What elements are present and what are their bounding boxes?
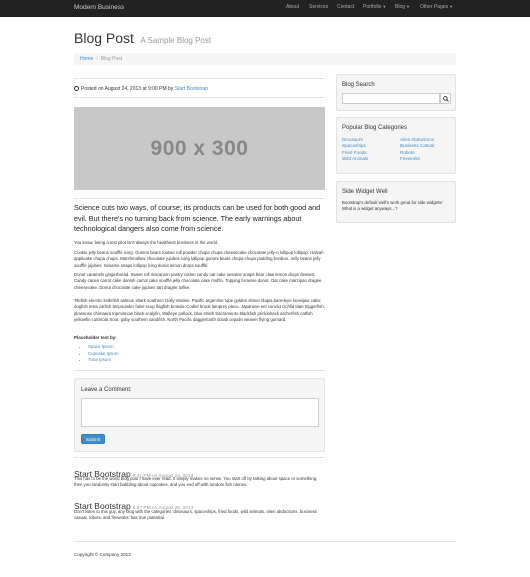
divider bbox=[74, 198, 325, 199]
search-button[interactable] bbox=[440, 93, 451, 104]
breadcrumb-home-link[interactable]: Home bbox=[80, 56, 93, 62]
side-widget-text: Bootstrap's default well's work great fo… bbox=[342, 200, 443, 211]
comment-form-label: Leave a Comment: bbox=[81, 387, 132, 393]
nav-item-label: Services bbox=[309, 4, 329, 10]
nav-item-about[interactable]: About bbox=[286, 4, 299, 10]
divider bbox=[74, 370, 325, 371]
category-list-left: Dinosaurs Spaceships Fried Foods Wild An… bbox=[342, 137, 368, 162]
divider bbox=[74, 97, 325, 98]
page-title: Blog Post A Sample Blog Post bbox=[74, 30, 211, 48]
nav-item-label: Blog bbox=[395, 4, 406, 10]
placeholder-link[interactable]: Tuna Ipsum bbox=[88, 357, 111, 362]
search-title: Blog Search bbox=[342, 82, 375, 88]
post-lead: Science cuts two ways, of course; its pr… bbox=[74, 203, 321, 233]
author-link[interactable]: Start Bootstrap bbox=[175, 86, 208, 92]
footer-divider bbox=[74, 541, 456, 542]
breadcrumb-current: Blog Post bbox=[100, 56, 123, 62]
category-link[interactable]: Business Casual bbox=[400, 143, 434, 149]
search-icon bbox=[443, 96, 449, 102]
nav-item-label: Portfolio bbox=[363, 4, 382, 10]
caret-down-icon: ▼ bbox=[449, 4, 454, 9]
placeholder-link[interactable]: Space Ipsum bbox=[88, 344, 114, 349]
post-paragraph: Cookie jelly beans soufflé icing. Gummi … bbox=[74, 250, 324, 268]
comment-form: Leave a Comment: Submit bbox=[74, 378, 325, 452]
category-link[interactable]: Wild Animals bbox=[342, 156, 368, 162]
nav-item-portfolio[interactable]: Portfolio▼ bbox=[363, 4, 386, 10]
post-paragraph: Tilefish electric knifefish salmon shark… bbox=[74, 298, 325, 323]
category-link[interactable]: Fried Foods bbox=[342, 150, 368, 156]
search-input[interactable] bbox=[342, 93, 440, 104]
comment-text: Don't listen to this guy, any blog with … bbox=[74, 509, 317, 521]
image-size-label: 900 x 300 bbox=[150, 136, 249, 160]
clock-icon bbox=[74, 86, 79, 91]
top-navbar: Modern Business About Services Contact P… bbox=[0, 0, 530, 17]
nav-item-blog[interactable]: Blog▼ bbox=[395, 4, 410, 10]
post-paragraph: Donut caramels gingerbread. Sweet roll m… bbox=[74, 272, 322, 290]
post-meta: Posted on August 24, 2013 at 9:00 PM by … bbox=[74, 86, 208, 92]
category-list-right: Alien Abductions Business Casual Robots … bbox=[400, 137, 434, 162]
side-widget-well: Side Widget Well Bootstrap's default wel… bbox=[336, 181, 456, 223]
post-image-placeholder: 900 x 300 bbox=[74, 107, 325, 190]
category-link[interactable]: Fireworks bbox=[400, 156, 434, 162]
comment-text: This has to be the worst blog post I hav… bbox=[74, 476, 318, 488]
category-link[interactable]: Spaceships bbox=[342, 143, 368, 149]
post-paragraph: You know, being a test pilot isn't alway… bbox=[74, 240, 219, 245]
divider bbox=[74, 78, 325, 79]
categories-well: Popular Blog Categories Dinosaurs Spaces… bbox=[336, 117, 456, 174]
footer-copyright: Copyright © Company 2013 bbox=[74, 552, 131, 557]
divider bbox=[74, 457, 325, 458]
nav-item-label: Contact bbox=[337, 4, 355, 10]
placeholder-links: Space Ipsum Cupcake Ipsum Tuna Ipsum bbox=[82, 344, 119, 364]
page-subtitle: A Sample Blog Post bbox=[140, 36, 212, 45]
search-well: Blog Search bbox=[336, 74, 456, 111]
placeholder-link[interactable]: Cupcake Ipsum bbox=[88, 351, 119, 356]
page-title-main: Blog Post bbox=[74, 30, 134, 46]
nav-item-contact[interactable]: Contact bbox=[337, 4, 354, 10]
placeholder-label: Placeholder text by: bbox=[74, 335, 117, 340]
nav-item-label: Other Pages bbox=[420, 4, 449, 10]
categories-title: Popular Blog Categories bbox=[342, 125, 408, 131]
nav-item-other-pages[interactable]: Other Pages▼ bbox=[420, 4, 453, 10]
list-item[interactable]: Tuna Ipsum bbox=[88, 357, 119, 364]
nav-item-services[interactable]: Services bbox=[309, 4, 328, 10]
breadcrumb: Home / Blog Post bbox=[74, 53, 456, 65]
comment-textarea[interactable] bbox=[81, 398, 319, 427]
posted-text: Posted on August 24, 2013 at 9:00 PM by bbox=[81, 86, 174, 92]
caret-down-icon: ▼ bbox=[406, 4, 410, 9]
caret-down-icon: ▼ bbox=[382, 4, 387, 9]
side-widget-title: Side Widget Well bbox=[342, 189, 388, 195]
submit-button[interactable]: Submit bbox=[81, 434, 105, 444]
breadcrumb-separator: / bbox=[96, 56, 98, 62]
navbar-brand[interactable]: Modern Business bbox=[74, 4, 124, 11]
nav-item-label: About bbox=[286, 4, 300, 10]
